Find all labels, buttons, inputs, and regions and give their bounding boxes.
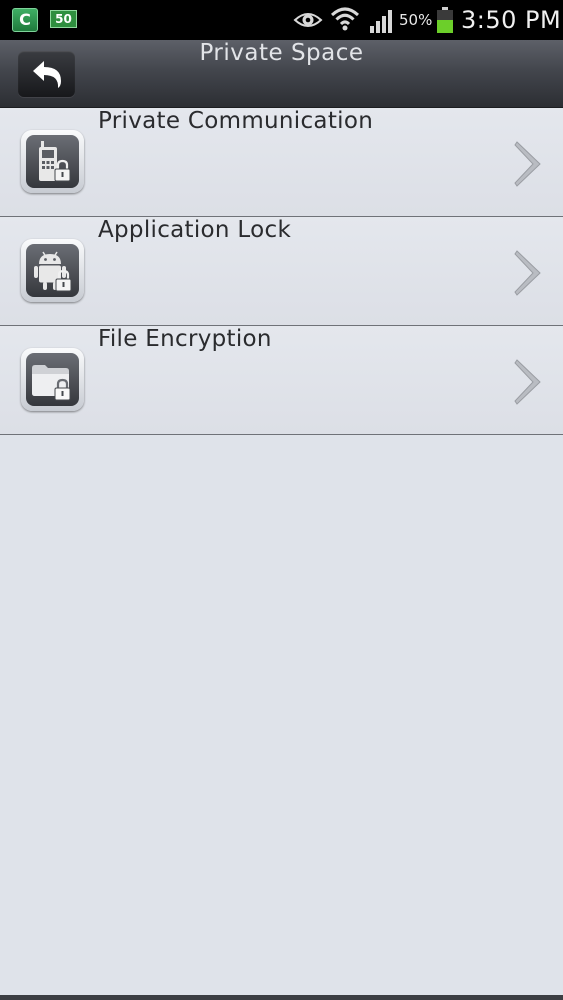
page-title: Private Space [199,40,364,66]
chevron-right-icon [514,141,541,187]
eye-icon [293,13,323,27]
chevron-right-icon [514,250,541,296]
menu-item-label: File Encryption [98,326,272,352]
menu-list: Private Communication Application Lock F… [0,108,563,435]
battery-percent: 50% [399,11,433,29]
folder-lock-icon [21,348,84,411]
android-lock-icon [21,239,84,302]
menu-item-label: Application Lock [98,217,292,243]
notification-badge: 50 [50,10,77,28]
menu-item-application-lock[interactable]: Application Lock [0,217,563,326]
menu-item-private-communication[interactable]: Private Communication [0,108,563,217]
signal-icon [370,10,392,33]
status-bar: C 50 50% 3:50 PM [0,0,563,40]
bottom-edge [0,995,563,1000]
menu-item-file-encryption[interactable]: File Encryption [0,326,563,435]
clock-time: 3:50 PM [461,6,562,34]
wifi-icon [330,7,360,31]
app-notification-icon: C [12,8,38,32]
menu-item-label: Private Communication [98,108,374,134]
chevron-right-icon [514,359,541,405]
back-arrow-icon [33,61,61,88]
phone-lock-icon [21,130,84,193]
back-button[interactable] [18,51,75,97]
title-bar: Private Space [0,40,563,108]
battery-icon [437,7,453,33]
